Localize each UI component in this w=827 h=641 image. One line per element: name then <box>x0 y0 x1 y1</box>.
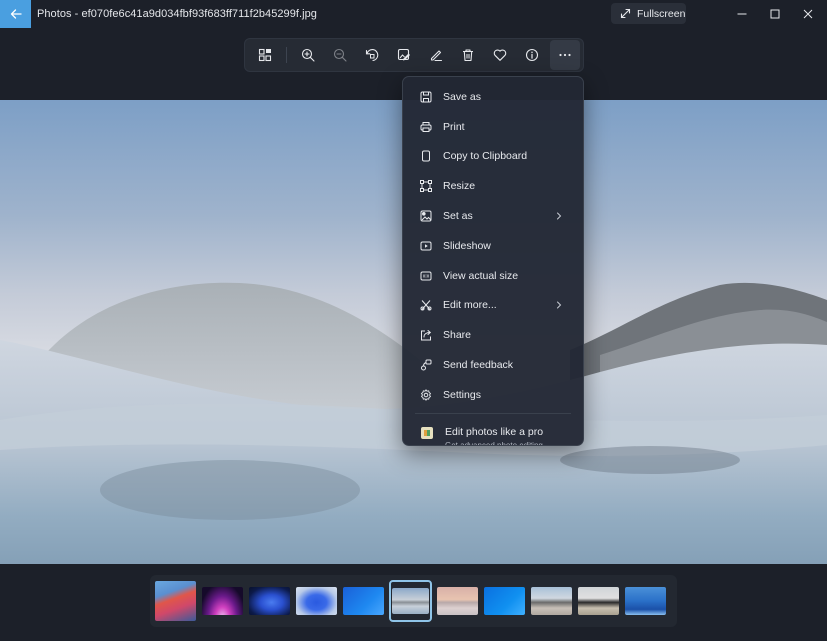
thumbnail-windows-blue[interactable] <box>342 580 385 622</box>
thumbnail-image <box>343 587 384 615</box>
gallery-button[interactable] <box>249 41 281 69</box>
promo-title: Edit photos like a pro <box>445 425 544 438</box>
trash-icon <box>463 49 473 62</box>
thumbnail-image <box>249 587 290 615</box>
copy-icon <box>419 150 432 163</box>
delete-button[interactable] <box>452 41 484 69</box>
toolbar-divider <box>286 47 287 63</box>
share-icon <box>419 329 432 342</box>
thumbnail-image <box>296 587 337 615</box>
promo-subtitle: Get advanced photo editing <box>445 440 543 446</box>
menu-item-label: Settings <box>443 388 481 401</box>
more-options-menu: Save as Print Copy to Clipboard Resize S… <box>402 76 584 446</box>
gallery-icon <box>258 48 272 62</box>
thumbnail-snowy-hills[interactable] <box>389 580 432 622</box>
thumbnail-image <box>437 587 478 615</box>
thumbnail-image <box>202 587 243 615</box>
info-icon <box>525 48 539 62</box>
title-bar: Photos - ef070fe6c41a9d034fbf93f683ff711… <box>0 0 827 28</box>
thumbnail-image <box>578 587 619 615</box>
set-as-icon <box>419 210 432 223</box>
arrow-left-icon <box>10 9 22 19</box>
menu-item-slideshow[interactable]: Slideshow <box>403 231 583 261</box>
window-title: Photos - ef070fe6c41a9d034fbf93f683ff711… <box>37 8 317 20</box>
thumbnail-dark-hills[interactable] <box>577 580 620 622</box>
thumbnail-pink-dunes[interactable] <box>436 580 479 622</box>
heart-icon <box>493 49 507 61</box>
thumbnail-purple-arc[interactable] <box>201 580 244 622</box>
menu-item-share[interactable]: Share <box>403 320 583 350</box>
menu-item-label: Share <box>443 329 472 342</box>
minimize-icon <box>737 13 747 15</box>
menu-item-copy-to-clipboard[interactable]: Copy to Clipboard <box>403 142 583 172</box>
chevron-right-icon <box>557 212 562 220</box>
feedback-icon <box>419 359 432 372</box>
promo-text-group: Edit photos like a pro Get advanced phot… <box>445 425 544 446</box>
back-button[interactable] <box>0 0 31 28</box>
store-app-icon <box>421 426 433 439</box>
zoom-out-button[interactable] <box>324 41 356 69</box>
thumbnail-blue-rain[interactable] <box>624 580 667 622</box>
zoom-in-button[interactable] <box>292 41 324 69</box>
menu-item-set-as[interactable]: Set as <box>403 201 583 231</box>
fullscreen-label: Fullscreen <box>637 7 686 20</box>
thumbnail-windows-10[interactable] <box>483 580 526 622</box>
maximize-icon <box>770 9 780 19</box>
info-button[interactable] <box>516 41 548 69</box>
actual-size-icon <box>419 269 432 282</box>
thumbnail-desert-hills[interactable] <box>530 580 573 622</box>
rotate-icon <box>365 49 379 62</box>
menu-item-label: Resize <box>443 180 476 193</box>
close-button[interactable] <box>788 0 827 28</box>
thumbnail-macos-big-sur[interactable] <box>154 580 197 622</box>
slideshow-icon <box>419 239 432 252</box>
edit-image-button[interactable] <box>388 41 420 69</box>
menu-item-send-feedback[interactable]: Send feedback <box>403 350 583 380</box>
menu-item-resize[interactable]: Resize <box>403 171 583 201</box>
menu-item-label: Slideshow <box>443 239 491 252</box>
fullscreen-button[interactable]: Fullscreen <box>611 3 686 24</box>
thumbnail-image <box>155 581 196 621</box>
rotate-button[interactable] <box>356 41 388 69</box>
menu-item-edit-more[interactable]: Edit more... <box>403 291 583 321</box>
thumbnail-image <box>625 587 666 615</box>
thumbnail-image <box>392 588 429 614</box>
menu-item-label: Edit more... <box>443 299 497 312</box>
edit-image-icon <box>397 48 410 61</box>
more-icon <box>559 53 571 57</box>
toolbar <box>244 38 584 72</box>
close-icon <box>803 9 813 19</box>
thumbnail-blue-bloom-dark[interactable] <box>248 580 291 622</box>
promo-edit-photos[interactable]: Edit photos like a pro Get advanced phot… <box>403 418 583 446</box>
menu-item-label: Set as <box>443 210 473 223</box>
menu-item-label: View actual size <box>443 269 519 282</box>
favorite-button[interactable] <box>484 41 516 69</box>
thumbnail-image <box>484 587 525 615</box>
fullscreen-icon <box>620 8 631 19</box>
print-icon <box>419 120 432 133</box>
filmstrip <box>150 575 677 627</box>
save-icon <box>419 90 432 103</box>
menu-item-label: Print <box>443 120 465 133</box>
menu-item-label: Save as <box>443 90 481 103</box>
menu-item-settings[interactable]: Settings <box>403 380 583 410</box>
zoom-out-icon <box>333 48 347 62</box>
menu-divider <box>415 412 571 414</box>
menu-item-save-as[interactable]: Save as <box>403 82 583 112</box>
thumbnail-image <box>531 587 572 615</box>
menu-item-view-actual-size[interactable]: View actual size <box>403 261 583 291</box>
edit-more-icon <box>419 299 432 312</box>
thumbnail-blue-bloom-light[interactable] <box>295 580 338 622</box>
zoom-in-icon <box>301 48 315 62</box>
resize-icon <box>419 180 432 193</box>
menu-item-print[interactable]: Print <box>403 112 583 142</box>
photos-app: Photos - ef070fe6c41a9d034fbf93f683ff711… <box>0 0 827 641</box>
chevron-right-icon <box>557 301 562 309</box>
markup-button[interactable] <box>420 41 452 69</box>
settings-icon <box>419 388 432 401</box>
more-button[interactable] <box>550 40 580 70</box>
pen-icon <box>430 50 443 62</box>
menu-item-label: Send feedback <box>443 359 514 372</box>
menu-item-label: Copy to Clipboard <box>443 150 528 163</box>
